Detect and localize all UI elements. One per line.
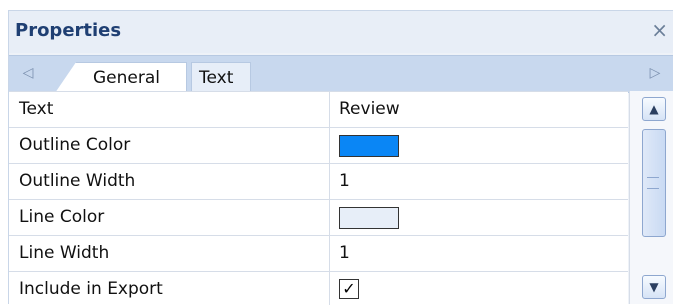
panel-title: Properties xyxy=(15,20,122,41)
outline-color-swatch[interactable] xyxy=(339,135,399,157)
line-color-swatch[interactable] xyxy=(339,207,399,229)
property-row-outline-width[interactable]: Outline Width 1 xyxy=(9,164,628,200)
scroll-up-icon[interactable]: ▲ xyxy=(642,97,666,121)
property-value-line-width[interactable]: 1 xyxy=(339,243,350,263)
tab-strip: ◁ General Text ▷ xyxy=(9,55,673,93)
include-export-checkbox[interactable]: ✓ xyxy=(339,279,359,299)
tab-general-label[interactable]: General xyxy=(93,68,160,88)
property-value-text[interactable]: Review xyxy=(339,99,400,119)
property-name: Line Width xyxy=(19,243,110,263)
panel-titlebar: Properties × xyxy=(9,11,673,53)
property-name: Line Color xyxy=(19,207,105,227)
property-row-outline-color[interactable]: Outline Color xyxy=(9,128,628,164)
scroll-grip-icon xyxy=(647,177,659,189)
property-row-line-color[interactable]: Line Color xyxy=(9,200,628,236)
scroll-down-icon[interactable]: ▼ xyxy=(642,275,666,299)
property-row-include-export[interactable]: Include in Export ✓ xyxy=(9,272,628,307)
chevron-right-icon[interactable]: ▷ xyxy=(646,64,664,82)
close-icon[interactable]: × xyxy=(651,20,668,40)
property-row-text[interactable]: Text Review xyxy=(9,92,628,128)
tab-text-label[interactable]: Text xyxy=(199,68,233,88)
vertical-scrollbar[interactable]: ▲ ▼ xyxy=(629,91,673,304)
properties-panel: Properties × ◁ General Text ▷ Text Revie… xyxy=(8,10,673,305)
property-name: Outline Color xyxy=(19,135,131,155)
property-value-outline-width[interactable]: 1 xyxy=(339,171,350,191)
property-name: Outline Width xyxy=(19,171,136,191)
property-grid: Text Review Outline Color Outline Width … xyxy=(9,91,628,305)
property-name: Text xyxy=(19,99,54,119)
property-name: Include in Export xyxy=(19,279,163,299)
chevron-left-icon[interactable]: ◁ xyxy=(19,64,37,82)
property-row-line-width[interactable]: Line Width 1 xyxy=(9,236,628,272)
